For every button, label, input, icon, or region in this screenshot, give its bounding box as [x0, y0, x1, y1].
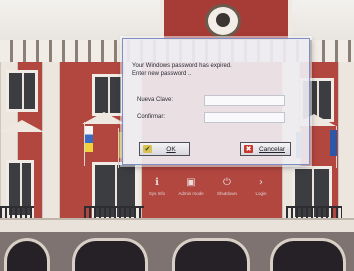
message-line-enter: Enter new password ..: [132, 71, 192, 77]
cancel-button[interactable]: ✖ Cancelar: [240, 142, 291, 156]
confirm-password-field[interactable]: [204, 112, 285, 123]
chevron-right-icon: ›: [259, 177, 263, 188]
shutdown-button[interactable]: ⏻ Shutdown: [212, 177, 242, 197]
balcony-railing: [0, 206, 34, 218]
arch: [72, 238, 148, 271]
flag: [330, 130, 337, 156]
power-icon: ⏻: [223, 177, 231, 188]
ok-button-label: OK: [166, 146, 176, 153]
admin-mode-label: Admin mode: [178, 191, 204, 196]
sys-info-label: Sys Info: [148, 191, 166, 196]
login-label: Login: [255, 191, 267, 196]
ok-button[interactable]: ✔ OK: [139, 142, 190, 156]
clock-face: [205, 4, 241, 38]
login-action-bar: ℹ Sys Info ▣ Admin mode ⏻ Shutdown › Log…: [140, 178, 280, 204]
pilaster: [42, 62, 60, 232]
balcony-railing: [84, 206, 144, 218]
arch: [270, 238, 346, 271]
confirm-password-label: Confirmar:: [137, 114, 166, 120]
arch: [172, 238, 250, 271]
info-icon: ℹ: [155, 177, 159, 188]
new-password-field[interactable]: [204, 95, 285, 106]
dialog-message: Your Windows password has expired. Enter…: [132, 62, 302, 78]
upper-window: [92, 74, 124, 116]
login-button[interactable]: › Login: [246, 177, 276, 197]
screen: ℹ Sys Info ▣ Admin mode ⏻ Shutdown › Log…: [0, 0, 354, 271]
password-expired-dialog: Your Windows password has expired. Enter…: [122, 38, 310, 165]
new-password-label: Nueva Clave:: [137, 97, 174, 103]
balcony-railing: [286, 206, 342, 218]
window-pediment: [0, 120, 44, 132]
upper-window: [6, 70, 38, 112]
window-pediment: [82, 112, 126, 124]
flag: [85, 126, 93, 152]
cancel-x-icon: ✖: [244, 145, 253, 153]
check-icon: ✔: [143, 145, 152, 153]
message-line-expired: Your Windows password has expired.: [132, 63, 232, 69]
cancel-button-label: Cancelar: [258, 146, 285, 153]
shutdown-label: Shutdown: [216, 191, 237, 196]
lock-icon: ▣: [186, 177, 196, 188]
admin-mode-button[interactable]: ▣ Admin mode: [176, 177, 206, 197]
sys-info-button[interactable]: ℹ Sys Info: [142, 177, 172, 197]
